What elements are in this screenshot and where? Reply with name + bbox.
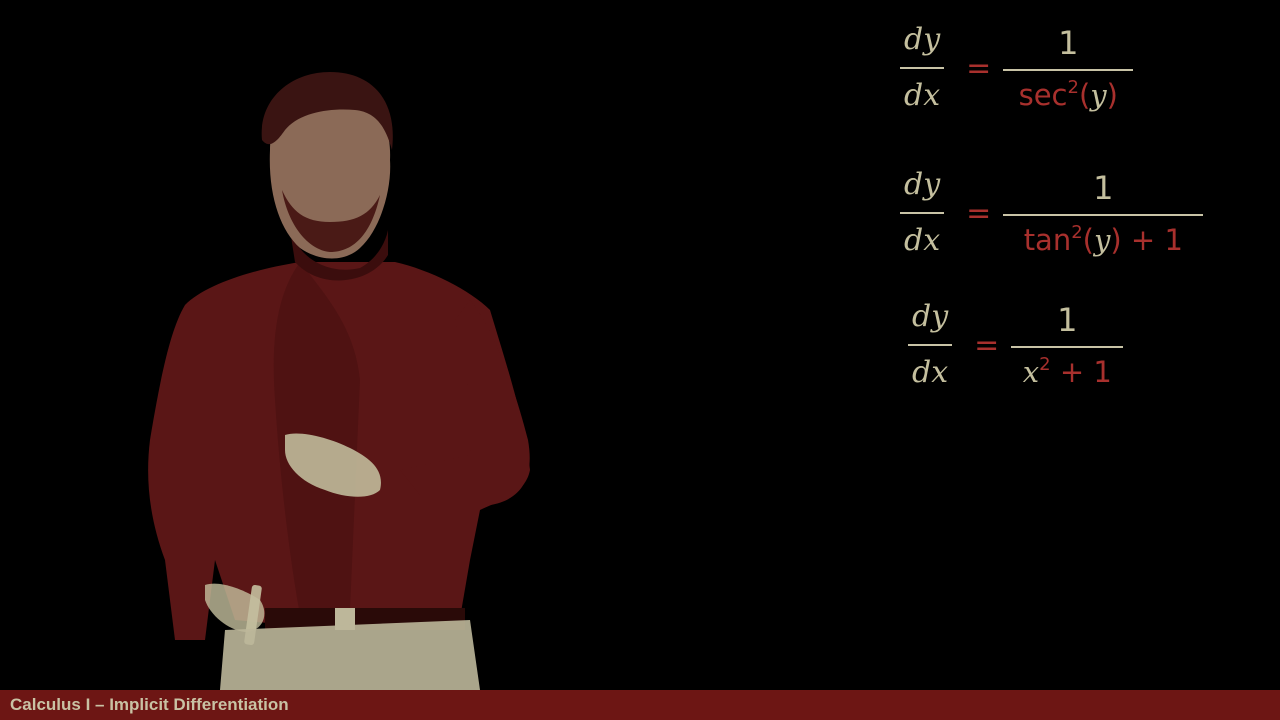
rhs-numerator: 1 [1093, 168, 1114, 207]
derivative-denominator: dx [912, 355, 949, 390]
paren-open: ( [1078, 77, 1091, 112]
equation-2: dy dx = 1 tan2(y) + 1 [900, 167, 1204, 258]
addend: + 1 [1050, 354, 1112, 389]
derivative-numerator: dy [912, 299, 949, 334]
derivative-numerator: dy [904, 22, 941, 57]
variable: y [1094, 222, 1111, 257]
rhs-fraction: 1 x2 + 1 [1011, 300, 1124, 387]
rhs-numerator: 1 [1057, 300, 1078, 339]
derivative-fraction: dy dx [908, 299, 953, 390]
equation-3: dy dx = 1 x2 + 1 [908, 299, 1124, 390]
function-name: tan [1023, 222, 1072, 257]
rhs-numerator: 1 [1058, 23, 1079, 62]
paren-open: ( [1082, 222, 1094, 257]
exponent: 2 [1071, 221, 1083, 243]
lecture-title-bar: Calculus I – Implicit Differentiation [0, 690, 1280, 720]
lecturer-pants [220, 620, 480, 690]
derivative-denominator: dx [904, 78, 941, 113]
equals-sign: = [966, 195, 992, 231]
rhs-denominator: tan2(y) + 1 [1024, 216, 1183, 255]
exponent: 2 [1039, 353, 1051, 375]
derivative-numerator: dy [904, 167, 941, 202]
paren-close: ) [1106, 77, 1118, 112]
equation-1: dy dx = 1 sec2(y) [900, 22, 1134, 113]
rhs-fraction: 1 tan2(y) + 1 [1003, 168, 1204, 255]
rhs-denominator: sec2(y) [1019, 71, 1118, 110]
variable: y [1090, 77, 1107, 112]
equals-sign: = [974, 327, 1000, 363]
variable: x [1022, 354, 1040, 389]
lecture-title: Calculus I – Implicit Differentiation [10, 695, 289, 714]
derivative-fraction: dy dx [900, 167, 945, 258]
derivative-fraction: dy dx [900, 22, 945, 113]
derivative-denominator: dx [904, 223, 941, 258]
rhs-denominator: x2 + 1 [1023, 348, 1112, 387]
paren-close: ) [1110, 222, 1122, 257]
exponent: 2 [1067, 76, 1079, 98]
equals-sign: = [966, 50, 992, 86]
addend: + 1 [1121, 222, 1183, 257]
function-name: sec [1018, 77, 1068, 112]
rhs-fraction: 1 sec2(y) [1003, 23, 1134, 110]
